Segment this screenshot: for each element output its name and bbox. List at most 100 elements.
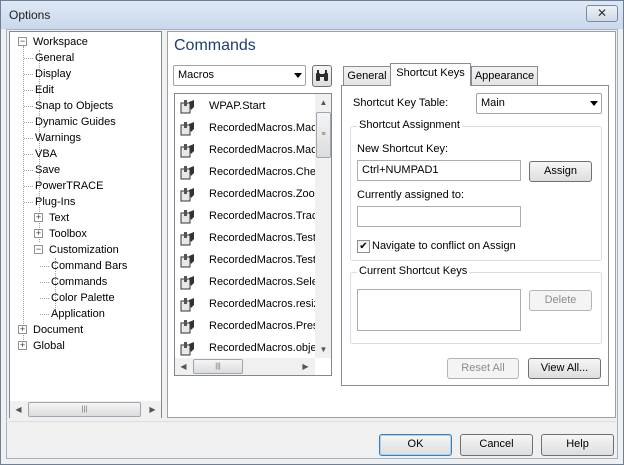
tree-item-label: Dynamic Guides xyxy=(35,116,116,128)
command-list-item[interactable]: WPAP.Start xyxy=(176,95,316,117)
tree-item[interactable]: Application xyxy=(10,306,160,322)
command-list-item[interactable]: RecordedMacros.Macr xyxy=(176,117,316,139)
command-list-item[interactable]: RecordedMacros.Selec xyxy=(176,271,316,293)
category-value: Macros xyxy=(178,69,215,81)
expand-icon[interactable]: + xyxy=(18,341,27,350)
tab-general[interactable]: General xyxy=(343,66,391,86)
command-list-item[interactable]: RecordedMacros.Zoon xyxy=(176,183,316,205)
tree-connector xyxy=(24,58,33,59)
command-list-item[interactable]: RecordedMacros.Trace xyxy=(176,205,316,227)
current-shortcut-keys-label: Current Shortcut Keys xyxy=(357,265,470,277)
tree-item[interactable]: General xyxy=(10,50,160,66)
command-list-item[interactable]: RecordedMacros.objec xyxy=(176,337,316,359)
tab-appearance[interactable]: Appearance xyxy=(471,66,538,86)
scroll-left-icon[interactable]: ◀ xyxy=(10,401,27,418)
tree-item[interactable]: Snap to Objects xyxy=(10,98,160,114)
tree-item[interactable]: Dynamic Guides xyxy=(10,114,160,130)
collapse-icon[interactable]: − xyxy=(34,245,43,254)
tree-item[interactable]: Save xyxy=(10,162,160,178)
command-list-horizontal-scrollbar[interactable]: ◀ ||| ▶ xyxy=(175,358,315,375)
delete-button[interactable]: Delete xyxy=(529,290,592,311)
command-list[interactable]: RecordedMacros.objec RecordedMacros.Prese… xyxy=(174,93,332,376)
tree-item[interactable]: Display xyxy=(10,66,160,82)
tree-item[interactable]: Warnings xyxy=(10,130,160,146)
new-shortcut-key-input[interactable]: Ctrl+NUMPAD1 xyxy=(357,160,521,181)
tree-item[interactable]: − Workspace xyxy=(10,34,160,50)
tree-item[interactable]: + Document xyxy=(10,322,160,338)
tree-item-label: Text xyxy=(49,212,70,224)
macro-icon xyxy=(180,210,194,224)
tree-item[interactable]: Command Bars xyxy=(10,258,160,274)
shortcut-table-value: Main xyxy=(481,97,505,109)
scroll-thumb[interactable]: ≡ xyxy=(316,112,331,158)
command-list-item[interactable]: RecordedMacros.Chec xyxy=(176,161,316,183)
navigate-conflict-checkbox[interactable]: ✔ xyxy=(357,240,370,253)
category-dropdown[interactable]: Macros xyxy=(173,65,306,86)
tree-item[interactable]: + Toolbox xyxy=(10,226,160,242)
scroll-thumb[interactable]: ||| xyxy=(28,402,141,417)
command-label: RecordedMacros.Trace xyxy=(209,210,316,222)
chevron-down-icon xyxy=(590,101,598,106)
tree-connector xyxy=(24,138,33,139)
tree-item-label: Display xyxy=(35,68,72,80)
command-list-item[interactable]: RecordedMacros.resiz xyxy=(176,293,316,315)
scroll-right-icon[interactable]: ▶ xyxy=(144,401,161,418)
tree-item[interactable]: PowerTRACE xyxy=(10,178,160,194)
title-bar[interactable]: Options ✕ xyxy=(1,1,623,29)
tree-item-label: Workspace xyxy=(33,36,88,48)
command-list-item[interactable]: RecordedMacros.Test xyxy=(176,249,316,271)
reset-all-button[interactable]: Reset All xyxy=(447,358,519,379)
view-all-button[interactable]: View All... xyxy=(528,358,601,379)
tab-shortcut-keys[interactable]: Shortcut Keys xyxy=(390,63,471,86)
tree-connector xyxy=(24,202,33,203)
shortcut-table-dropdown[interactable]: Main xyxy=(476,93,602,114)
command-list-item[interactable]: RecordedMacros.Macr xyxy=(176,139,316,161)
shortcut-keys-panel: Shortcut Key Table: Main Shortcut Assign… xyxy=(341,85,609,386)
tree-connector xyxy=(24,186,33,187)
tree-item[interactable]: Edit xyxy=(10,82,160,98)
macro-icon xyxy=(180,188,194,202)
tree-item[interactable]: + Text xyxy=(10,210,160,226)
current-shortcut-keys-list[interactable] xyxy=(357,289,521,331)
tree-connector xyxy=(40,314,49,315)
tree-item-label: VBA xyxy=(35,148,58,160)
find-button[interactable] xyxy=(312,65,332,87)
ok-button[interactable]: OK xyxy=(379,434,452,456)
tree-horizontal-scrollbar[interactable]: ◀ ||| ▶ xyxy=(10,401,161,418)
command-label: RecordedMacros.Test2 xyxy=(209,232,316,244)
scroll-up-icon[interactable]: ▲ xyxy=(315,94,331,111)
navigate-conflict-label[interactable]: Navigate to conflict on Assign xyxy=(372,240,516,252)
shortcut-table-label: Shortcut Key Table: xyxy=(353,97,449,109)
expand-icon[interactable]: + xyxy=(34,229,43,238)
close-icon[interactable]: ✕ xyxy=(586,5,618,22)
tree-item-label: Global xyxy=(33,340,65,352)
expand-icon[interactable]: + xyxy=(34,213,43,222)
command-list-vertical-scrollbar[interactable]: ▲ ≡ ▼ xyxy=(315,94,331,358)
tree-item-label: Commands xyxy=(51,276,108,288)
binoculars-icon xyxy=(316,70,328,81)
scroll-left-icon[interactable]: ◀ xyxy=(175,358,192,375)
currently-assigned-input[interactable] xyxy=(357,206,521,227)
scroll-thumb[interactable]: ||| xyxy=(193,359,243,374)
help-button[interactable]: Help xyxy=(541,434,614,456)
command-list-item[interactable]: RecordedMacros.Test2 xyxy=(176,227,316,249)
assign-button[interactable]: Assign xyxy=(529,161,592,182)
expand-icon[interactable]: + xyxy=(18,325,27,334)
options-tree[interactable]: ◀ ||| ▶ − Workspace General Display Edit Snap… xyxy=(9,31,162,418)
macro-icon xyxy=(180,166,194,180)
command-list-item[interactable]: RecordedMacros.Prese xyxy=(176,315,316,337)
tree-item-label: Save xyxy=(35,164,61,176)
scroll-down-icon[interactable]: ▼ xyxy=(315,341,331,358)
tree-item[interactable]: + Global xyxy=(10,338,160,354)
tree-item-label: Warnings xyxy=(35,132,82,144)
tree-item[interactable]: Color Palette xyxy=(10,290,160,306)
collapse-icon[interactable]: − xyxy=(18,37,27,46)
tree-item[interactable]: VBA xyxy=(10,146,160,162)
tree-item[interactable]: − Customization xyxy=(10,242,160,258)
cancel-button[interactable]: Cancel xyxy=(460,434,533,456)
window-title: Options xyxy=(9,8,51,22)
tree-item[interactable]: Commands xyxy=(10,274,160,290)
tree-item[interactable]: Plug-Ins xyxy=(10,194,160,210)
macro-icon xyxy=(180,276,194,290)
scroll-right-icon[interactable]: ▶ xyxy=(297,358,314,375)
